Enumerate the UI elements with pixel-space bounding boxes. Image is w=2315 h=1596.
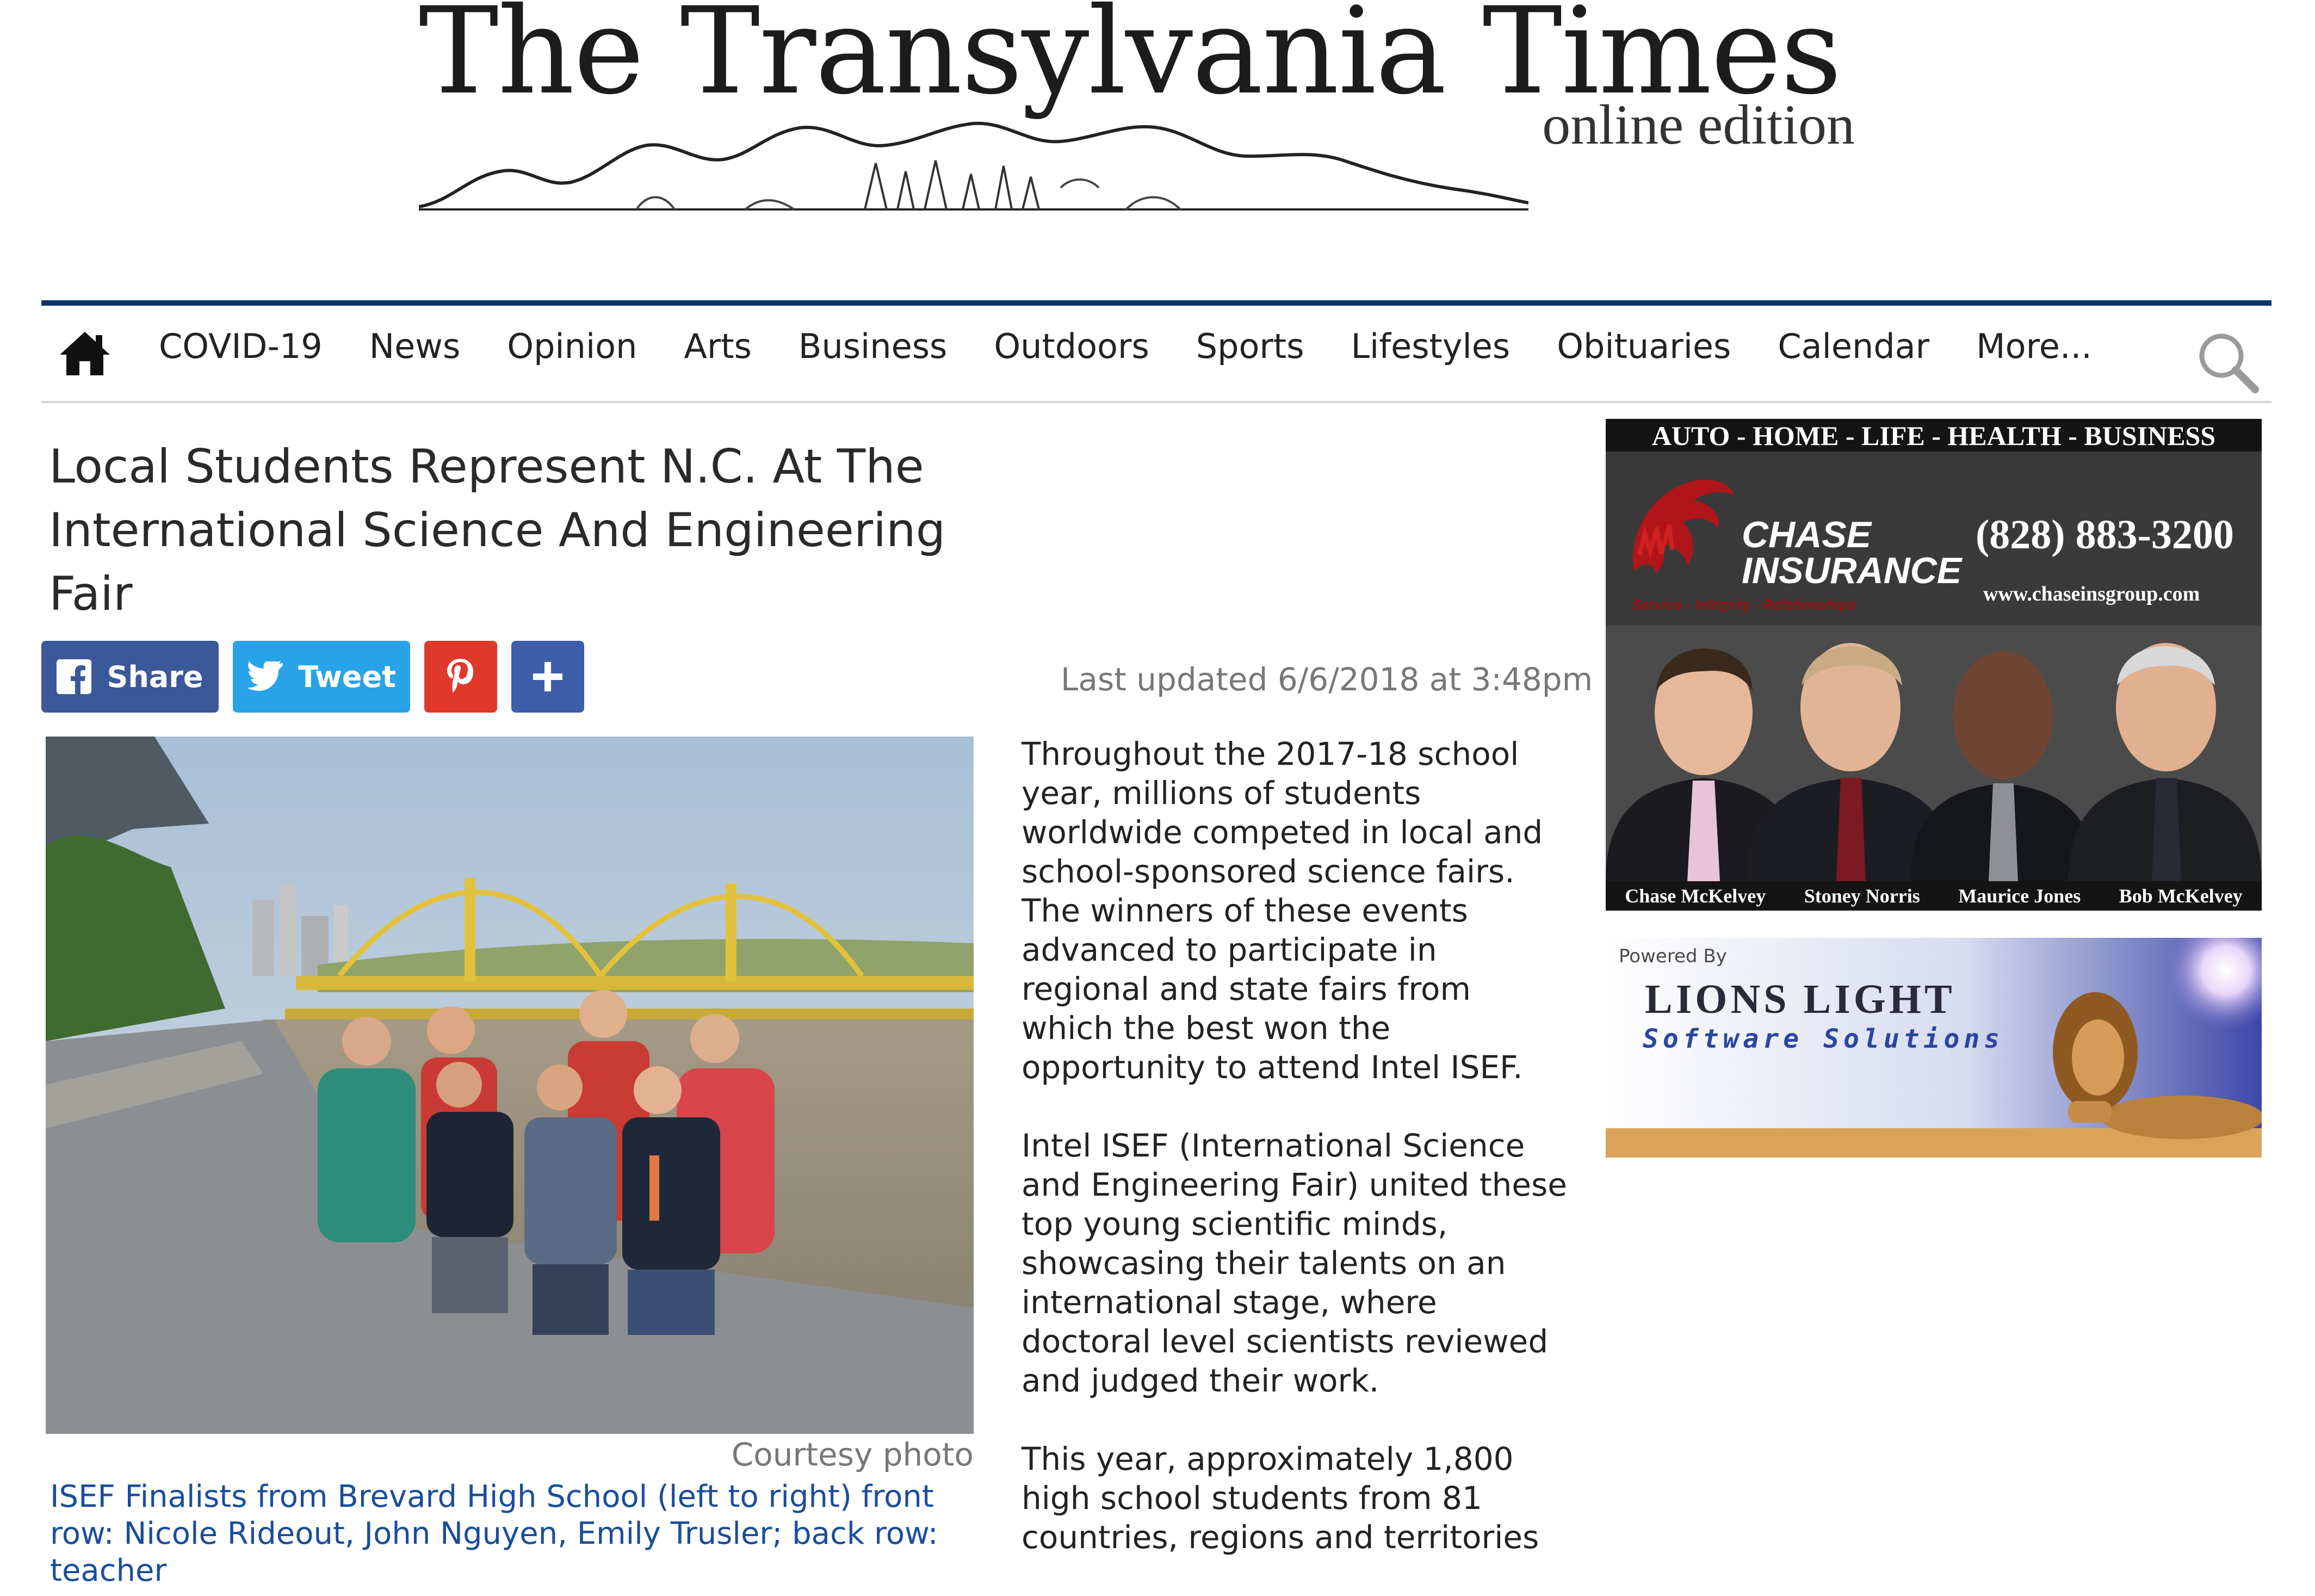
ad-tagline: Service - Integrity - Relationships: [1632, 596, 1856, 613]
ad-agent-name: Stoney Norris: [1804, 885, 1920, 907]
facebook-icon: [57, 659, 92, 694]
nav-item-business[interactable]: Business: [799, 326, 947, 366]
nav-item-obituaries[interactable]: Obituaries: [1557, 326, 1731, 366]
photo-caption[interactable]: ISEF Finalists from Brevard High School …: [50, 1479, 986, 1589]
mountain-illustration: [419, 121, 1528, 211]
nav-item-calendar[interactable]: Calendar: [1778, 326, 1929, 366]
nav-item-covid-19[interactable]: COVID-19: [159, 326, 323, 366]
main-nav: COVID-19 News Opinion Arts Business Outd…: [41, 300, 2271, 403]
nav-item-news[interactable]: News: [369, 326, 461, 366]
more-share-button[interactable]: [511, 641, 584, 713]
ad-coverage-strip: AUTO - HOME - LIFE - HEALTH - BUSINESS: [1606, 419, 2262, 451]
ad-agent-name: Bob McKelvey: [2119, 885, 2243, 907]
ad-agent-name: Chase McKelvey: [1625, 885, 1766, 907]
page: The Transylvania Times online edition CO…: [0, 0, 2315, 1588]
nav-item-sports[interactable]: Sports: [1196, 326, 1304, 366]
nav-item-more[interactable]: More...: [1976, 326, 2092, 366]
ad-agent-names: Chase McKelvey Stoney Norris Maurice Jon…: [1606, 881, 2262, 911]
ad-lions-subtitle: Software Solutions: [1643, 1024, 2004, 1054]
article-paragraph: Intel ISEF (International Science and En…: [1022, 1127, 1567, 1399]
lions-light-ad[interactable]: Powered By LIONS LIGHT Software Solution…: [1606, 938, 2262, 1158]
ad-lions-title: LIONS LIGHT: [1645, 976, 1955, 1022]
ad-agent-name: Maurice Jones: [1958, 885, 2081, 907]
site-subtitle: online edition: [1542, 94, 1855, 156]
share-label: Share: [107, 659, 203, 694]
article-photo[interactable]: [46, 737, 974, 1434]
search-icon[interactable]: [2195, 330, 2261, 395]
article-paragraph: This year, approximately 1,800 high scho…: [1022, 1440, 1539, 1556]
masthead: The Transylvania Times online edition: [0, 0, 2315, 294]
photo-credit: Courtesy photo: [731, 1436, 974, 1473]
twitter-icon: [247, 661, 283, 692]
nav-item-opinion[interactable]: Opinion: [507, 326, 637, 366]
article-body: Throughout the 2017-18 school year, mill…: [1022, 734, 1571, 1596]
pinterest-icon: [447, 659, 473, 692]
article-paragraph: Throughout the 2017-18 school year, mill…: [1022, 735, 1543, 1086]
tweet-label: Tweet: [298, 659, 396, 694]
ad-website: www.chaseinsgroup.com: [1983, 583, 2200, 605]
nav-item-arts[interactable]: Arts: [684, 326, 752, 366]
students-photo: [46, 737, 974, 1434]
nav-items: COVID-19 News Opinion Arts Business Outd…: [159, 326, 2139, 366]
ad-company-line2: INSURANCE: [1742, 550, 1962, 591]
article-headline: Local Students Represent N.C. At The Int…: [49, 440, 946, 621]
nav-item-lifestyles[interactable]: Lifestyles: [1351, 326, 1511, 366]
plus-icon: [533, 662, 562, 691]
facebook-share-button[interactable]: Share: [41, 641, 219, 713]
eagle-logo-icon: [1633, 479, 1735, 574]
agents-photo: [1606, 626, 2262, 881]
home-icon[interactable]: [58, 329, 112, 378]
nav-item-outdoors[interactable]: Outdoors: [994, 326, 1149, 366]
ad-company: CHASE INSURANCE: [1742, 514, 1962, 591]
ad-company-line1: CHASE: [1742, 514, 1872, 555]
ad-powered-by: Powered By: [1619, 945, 1727, 967]
pinterest-button[interactable]: [424, 641, 497, 713]
last-updated: Last updated 6/6/2018 at 3:48pm: [1061, 661, 1593, 698]
twitter-tweet-button[interactable]: Tweet: [233, 641, 410, 713]
share-bar: Share Tweet: [41, 641, 598, 713]
chase-insurance-ad[interactable]: AUTO - HOME - LIFE - HEALTH - BUSINESS C…: [1606, 419, 2262, 911]
ad-phone: (828) 883-3200: [1976, 512, 2234, 558]
